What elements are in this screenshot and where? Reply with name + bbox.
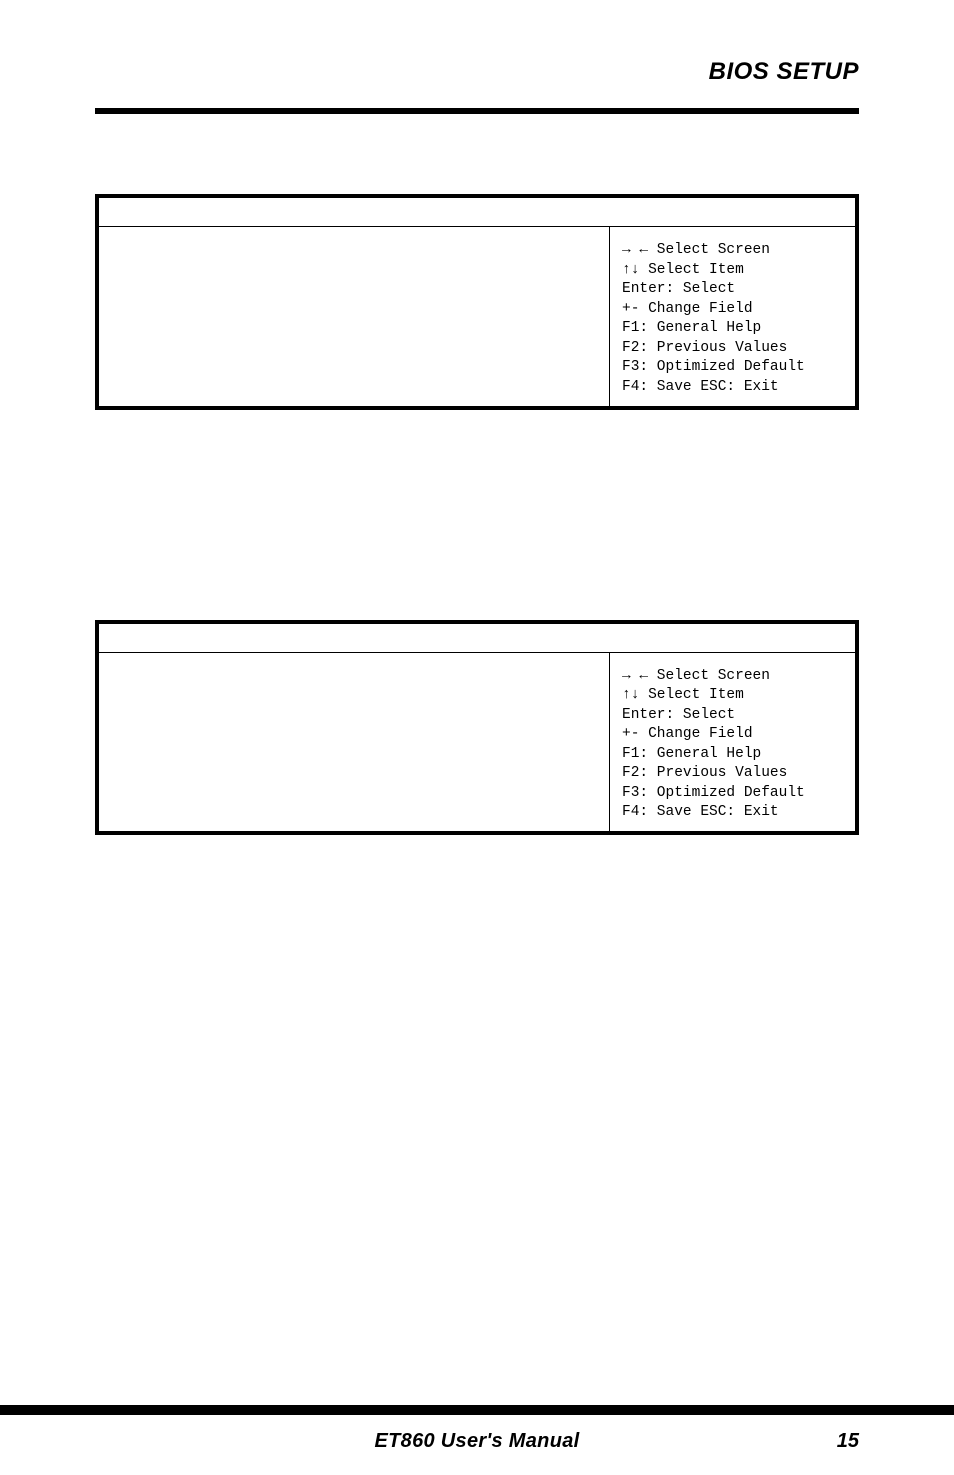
bios-panel-2-help: → ← Select Screen ↑↓ Select Item Enter: …	[610, 653, 855, 832]
help-select-item: ↑↓ Select Item	[622, 261, 845, 281]
help-change-field: +- Change Field	[622, 300, 845, 320]
help-save-exit: F4: Save ESC: Exit	[622, 803, 845, 823]
help-change-field: +- Change Field	[622, 725, 845, 745]
bios-panel-2: → ← Select Screen ↑↓ Select Item Enter: …	[95, 620, 859, 836]
bios-panel-1-help: → ← Select Screen ↑↓ Select Item Enter: …	[610, 227, 855, 406]
footer-manual-title: ET860 User's Manual	[375, 1430, 580, 1453]
help-optimized-default: F3: Optimized Default	[622, 358, 845, 378]
bios-panel-2-left	[99, 653, 610, 832]
help-general-help: F1: General Help	[622, 745, 845, 765]
bios-panel-2-title	[99, 624, 855, 653]
help-select-screen: → ← Select Screen	[622, 667, 845, 687]
help-previous-values: F2: Previous Values	[622, 764, 845, 784]
header-rule	[95, 108, 859, 114]
help-enter-select: Enter: Select	[622, 280, 845, 300]
help-optimized-default: F3: Optimized Default	[622, 784, 845, 804]
page-header-title: BIOS SETUP	[709, 58, 859, 86]
help-general-help: F1: General Help	[622, 319, 845, 339]
help-save-exit: F4: Save ESC: Exit	[622, 378, 845, 398]
bios-panel-1-left	[99, 227, 610, 406]
footer-page-number: 15	[837, 1430, 859, 1453]
help-previous-values: F2: Previous Values	[622, 339, 845, 359]
help-select-item: ↑↓ Select Item	[622, 686, 845, 706]
help-select-screen: → ← Select Screen	[622, 241, 845, 261]
bios-panel-1: → ← Select Screen ↑↓ Select Item Enter: …	[95, 194, 859, 410]
footer-rule	[0, 1405, 954, 1415]
bios-panel-1-title	[99, 198, 855, 227]
help-enter-select: Enter: Select	[622, 706, 845, 726]
